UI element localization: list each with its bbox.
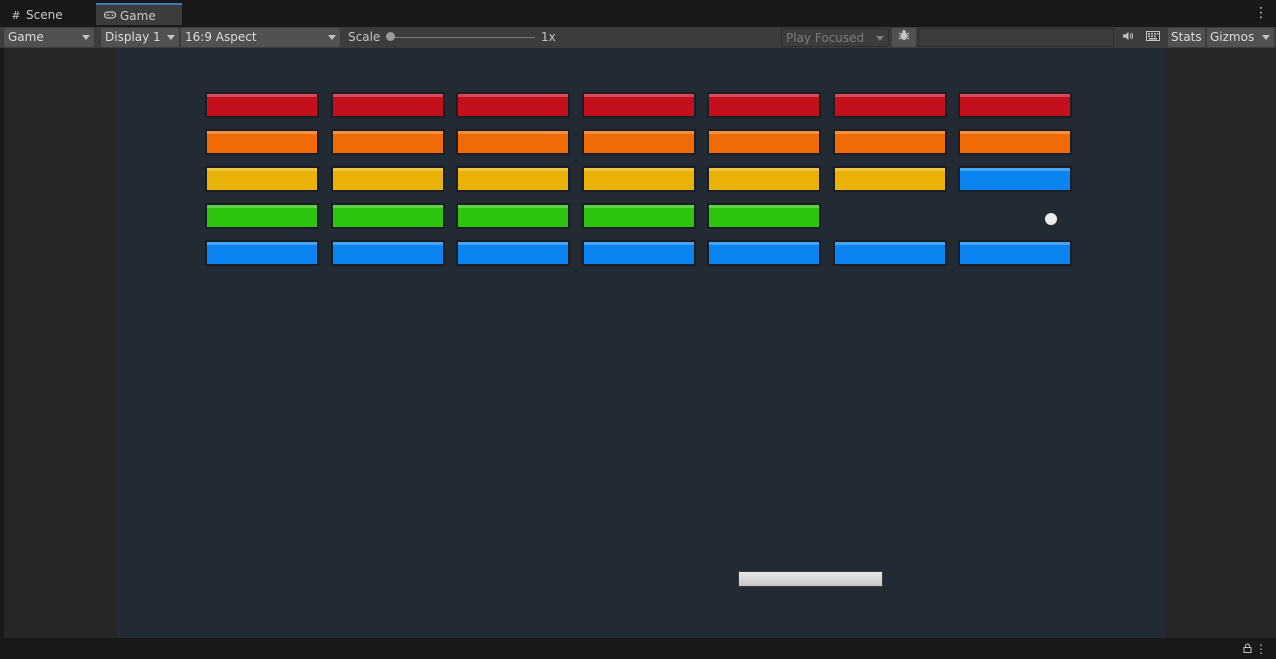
brick-red [456, 92, 570, 118]
display-value: Display 1 [105, 30, 161, 44]
chevron-down-icon [328, 35, 336, 40]
game-view[interactable] [117, 48, 1165, 638]
brick-orange [582, 129, 696, 155]
paddle [738, 571, 883, 587]
debug-bug-icon[interactable] [892, 28, 916, 47]
brick-yellow [582, 166, 696, 192]
scale-label: Scale [348, 30, 381, 44]
aspect-value: 16:9 Aspect [185, 30, 257, 44]
brick-orange [331, 129, 445, 155]
brick-blue [582, 240, 696, 266]
grid-icon: # [11, 9, 21, 22]
brick-yellow [331, 166, 445, 192]
toolbar-spacer [918, 28, 1114, 47]
brick-orange [456, 129, 570, 155]
tab-scene-label: Scene [26, 8, 63, 22]
brick-green [582, 203, 696, 229]
brick-red [707, 92, 821, 118]
tab-game[interactable]: Game [96, 3, 182, 25]
gizmos-label: Gizmos [1210, 30, 1255, 44]
scale-slider-track[interactable] [390, 37, 535, 38]
more-options-icon[interactable]: ⋮ [1254, 6, 1268, 20]
lock-icon[interactable] [1243, 643, 1252, 656]
mute-audio-icon[interactable] [1118, 28, 1138, 47]
ball [1044, 212, 1058, 226]
display-dropdown[interactable]: Display 1 [101, 28, 179, 47]
brick-blue [958, 166, 1072, 192]
keyboard-icon[interactable] [1142, 28, 1164, 47]
play-mode-dropdown[interactable]: Play Focused [781, 28, 889, 47]
brick-orange [205, 129, 319, 155]
brick-red [958, 92, 1072, 118]
play-mode-value: Play Focused [786, 31, 865, 45]
chevron-down-icon [876, 36, 884, 41]
more-options-icon[interactable]: ⋮ [1255, 642, 1267, 656]
brick-yellow [456, 166, 570, 192]
brick-blue [456, 240, 570, 266]
tab-game-label: Game [120, 9, 156, 23]
brick-green [707, 203, 821, 229]
aspect-dropdown[interactable]: 16:9 Aspect [181, 28, 340, 47]
brick-red [582, 92, 696, 118]
chevron-down-icon [1262, 35, 1271, 40]
status-bar: ⋮ [0, 638, 1276, 659]
chevron-down-icon [82, 35, 90, 40]
tab-bar: # Scene Game ⋮ [0, 0, 1276, 27]
gizmos-dropdown[interactable]: Gizmos [1207, 28, 1275, 47]
scale-slider-handle[interactable] [386, 32, 395, 41]
brick-yellow [707, 166, 821, 192]
view-mode-dropdown[interactable]: Game [4, 28, 94, 47]
brick-blue [707, 240, 821, 266]
brick-red [331, 92, 445, 118]
gamepad-icon [103, 6, 117, 28]
brick-green [205, 203, 319, 229]
brick-blue [958, 240, 1072, 266]
brick-yellow [205, 166, 319, 192]
game-toolbar: Game Display 1 16:9 Aspect Scale 1x Play… [0, 27, 1276, 49]
brick-yellow [833, 166, 947, 192]
stats-button[interactable]: Stats [1168, 28, 1205, 47]
brick-green [331, 203, 445, 229]
brick-orange [707, 129, 821, 155]
brick-green [456, 203, 570, 229]
brick-orange [833, 129, 947, 155]
brick-orange [958, 129, 1072, 155]
brick-red [833, 92, 947, 118]
brick-blue [205, 240, 319, 266]
brick-red [205, 92, 319, 118]
view-mode-value: Game [8, 30, 44, 44]
brick-blue [331, 240, 445, 266]
brick-blue [833, 240, 947, 266]
scale-value: 1x [541, 30, 556, 44]
tab-scene[interactable]: # Scene [10, 3, 90, 27]
chevron-down-icon [167, 35, 175, 40]
